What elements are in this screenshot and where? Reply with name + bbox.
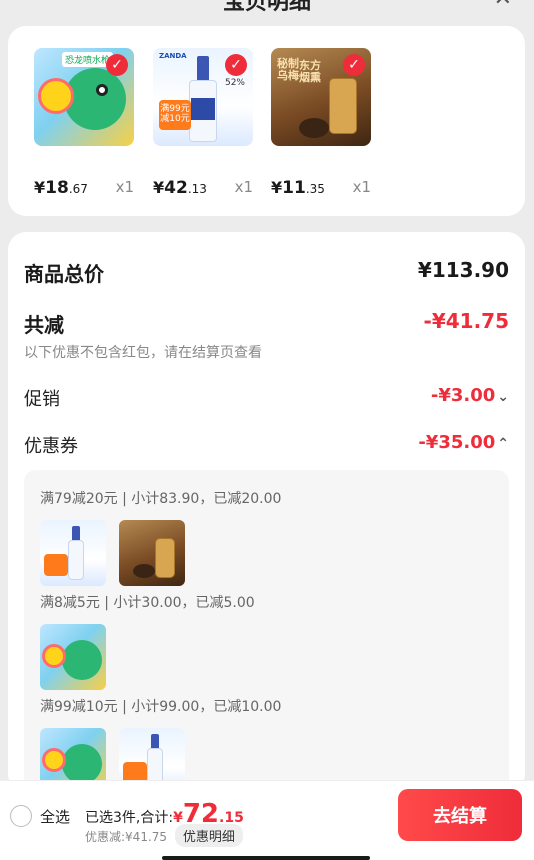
promotion-row[interactable]: 促销 -¥3.00 ⌄ xyxy=(24,385,509,411)
check-icon: ✓ xyxy=(225,54,247,76)
toy-disc-shape xyxy=(42,748,66,772)
product-price-row: ¥42.13 x1 xyxy=(153,174,263,198)
coupon-group-items xyxy=(40,520,193,586)
discount-text: 优惠减:¥41.75 xyxy=(85,830,168,844)
coupon-value-wrap: -¥35.00 ⌃ xyxy=(418,432,509,453)
promo-tag-shape xyxy=(44,554,68,576)
discount-line: 优惠减:¥41.75 优惠明细 xyxy=(85,824,243,847)
select-all-label[interactable]: 全选 xyxy=(40,806,70,827)
chevron-down-icon[interactable]: ⌄ xyxy=(497,389,509,405)
product-price-row: ¥11.35 x1 xyxy=(271,174,381,198)
toy-disc-shape xyxy=(42,644,66,668)
product-price-row: ¥18.67 x1 xyxy=(34,174,144,198)
product-thumbnail[interactable] xyxy=(119,520,186,586)
product-thumbnail[interactable]: 恐龙喷水枪 ✓ xyxy=(34,48,134,146)
total-price-label: 商品总价 xyxy=(24,262,104,286)
bottle-shape xyxy=(155,538,176,578)
close-icon[interactable]: ✕ xyxy=(494,0,512,11)
product-thumbnail[interactable] xyxy=(40,624,106,690)
page-title: 宝贝明细 xyxy=(222,0,311,14)
coupon-row[interactable]: 优惠券 -¥35.00 ⌃ xyxy=(24,432,509,458)
product-thumbnail[interactable]: ZANDA 满99元减10元 52% ✓ xyxy=(153,48,253,146)
toy-disc-shape xyxy=(38,78,74,114)
product-qty: x1 xyxy=(115,178,134,196)
promotion-value: -¥3.00 xyxy=(430,385,496,406)
product-item[interactable]: ZANDA 满99元减10元 52% ✓ xyxy=(153,48,253,146)
check-icon: ✓ xyxy=(106,54,128,76)
reduce-row: 共减 -¥41.75 xyxy=(24,309,509,338)
discount-note: 以下优惠不包含红包，请在结算页查看 xyxy=(24,345,262,361)
product-price: ¥18.67 xyxy=(34,178,88,198)
price-detail-card: 商品总价 ¥113.90 共减 -¥41.75 以下优惠不包含红包，请在结算页查… xyxy=(8,232,525,810)
bottle-label-shape xyxy=(191,98,215,120)
product-price: ¥11.35 xyxy=(271,178,325,198)
promo-tag: 满99元减10元 xyxy=(159,100,191,130)
abv-label: 52% xyxy=(224,78,245,88)
promotion-label: 促销 xyxy=(24,389,60,410)
coupon-group-items xyxy=(40,624,114,690)
discount-detail-button[interactable]: 优惠明细 xyxy=(174,824,243,847)
promotion-value-wrap: -¥3.00 ⌄ xyxy=(431,385,509,406)
selected-products-card: 恐龙喷水枪 ✓ ¥18.67 x1 ZANDA 满99元减10元 52% ✓ ¥… xyxy=(8,26,525,216)
header: 宝贝明细 ✕ xyxy=(0,0,534,14)
coupon-label: 优惠券 xyxy=(24,436,78,457)
product-item[interactable]: 恐龙喷水枪 ✓ xyxy=(34,48,134,146)
reduce-value: -¥41.75 xyxy=(423,309,509,333)
reduce-label: 共减 xyxy=(24,313,64,337)
select-all-radio[interactable] xyxy=(10,805,32,827)
home-indicator xyxy=(162,856,370,860)
product-image-text: 秘制乌梅 xyxy=(277,57,299,82)
coupon-group-title: 满8减5元 | 小计30.00，已减5.00 xyxy=(40,595,255,611)
product-qty: x1 xyxy=(234,178,253,196)
toy-dinosaur-shape xyxy=(62,744,102,784)
bottle-body-shape xyxy=(68,540,84,580)
product-thumbnail[interactable]: 秘制乌梅 东方烟熏 ✓ xyxy=(271,48,371,146)
plum-shape xyxy=(133,564,156,578)
coupon-group-title: 满99减10元 | 小计99.00，已减10.00 xyxy=(40,699,282,715)
check-icon: ✓ xyxy=(343,54,365,76)
total-price-row: 商品总价 ¥113.90 xyxy=(24,258,509,287)
product-thumbnail[interactable] xyxy=(40,520,106,586)
plum-shape xyxy=(299,118,329,138)
product-image-text: 东方烟熏 xyxy=(299,59,321,84)
product-price: ¥42.13 xyxy=(153,178,207,198)
toy-eye-shape xyxy=(96,84,108,96)
checkout-button[interactable]: 去结算 xyxy=(398,789,522,841)
coupon-group-title: 满79减20元 | 小计83.90，已减20.00 xyxy=(40,491,282,507)
chevron-up-icon[interactable]: ⌃ xyxy=(497,436,509,452)
bottle-neck-shape xyxy=(197,56,209,82)
toy-dinosaur-shape xyxy=(62,640,102,680)
product-item[interactable]: 秘制乌梅 东方烟熏 ✓ xyxy=(271,48,371,146)
coupon-value: -¥35.00 xyxy=(418,432,496,453)
checkout-bar: 全选 已选3件,合计:¥72.15 优惠减:¥41.75 优惠明细 去结算 xyxy=(0,780,534,860)
total-price-value: ¥113.90 xyxy=(417,258,509,282)
coupon-groups: 满79减20元 | 小计83.90，已减20.00 满8减5元 | 小计30.0… xyxy=(24,470,509,810)
brand-label: ZANDA xyxy=(159,52,187,60)
bottle-shape xyxy=(329,78,357,134)
product-qty: x1 xyxy=(352,178,371,196)
